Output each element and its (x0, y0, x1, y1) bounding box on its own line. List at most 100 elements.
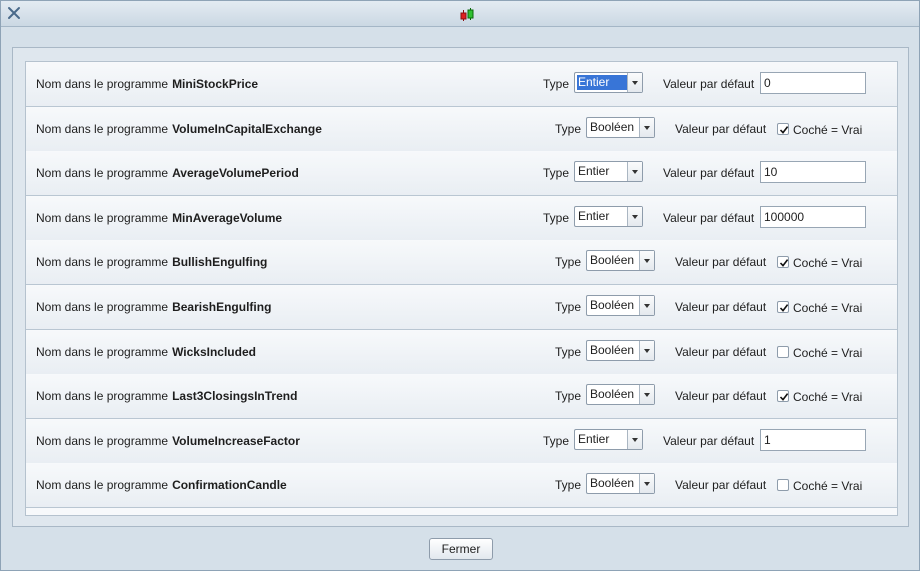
default-value-input[interactable]: 0 (760, 72, 866, 94)
param-name-label: Nom dans le programme BearishEngulfing (36, 300, 272, 314)
type-label: Type (543, 166, 570, 180)
type-label: Type (555, 345, 582, 359)
param-name: BearishEngulfing (172, 300, 272, 314)
default-value-label: Valeur par défaut (675, 478, 767, 492)
param-row: Nom dans le programme MinAverageVolume Typ… (26, 196, 897, 241)
param-name: MiniStockPrice (172, 77, 259, 91)
candlestick-chart-icon (459, 7, 475, 23)
type-select-value: Entier (578, 164, 610, 178)
chevron-down-icon[interactable] (639, 474, 654, 493)
checkbox-label: Coché = Vrai (793, 256, 863, 270)
param-name-label: Nom dans le programme Last3ClosingsInTren… (36, 389, 298, 403)
type-select[interactable]: Booléen (586, 473, 655, 494)
type-label: Type (543, 77, 570, 91)
type-label: Type (543, 434, 570, 448)
param-row: Nom dans le programme MiniStockPrice Type E… (26, 62, 897, 107)
param-name-label: Nom dans le programme VolumeIncreaseFacto… (36, 434, 300, 448)
type-select[interactable]: Booléen (586, 117, 655, 138)
param-name-label: Nom dans le programme WicksIncluded (36, 345, 256, 359)
type-select-value: Booléen (590, 253, 635, 267)
default-value-label: Valeur par défaut (675, 345, 767, 359)
default-value-label: Valeur par défaut (675, 389, 767, 403)
default-value-checkbox[interactable] (777, 390, 789, 402)
type-select[interactable]: Entier (574, 72, 643, 93)
param-row: Nom dans le programme ConfirmationCandle T… (26, 463, 897, 508)
chevron-down-icon[interactable] (627, 162, 642, 181)
checkbox-label: Coché = Vrai (793, 390, 863, 404)
chevron-down-icon[interactable] (627, 430, 642, 449)
chevron-down-icon[interactable] (639, 251, 654, 270)
default-value-checkbox[interactable] (777, 301, 789, 313)
param-name-label: Nom dans le programme AverageVolumePeriod (36, 166, 299, 180)
param-row: Nom dans le programme BullishEngulfing Typ… (26, 240, 897, 285)
param-name-label: Nom dans le programme MiniStockPrice (36, 77, 259, 91)
default-value-checkbox[interactable] (777, 256, 789, 268)
default-value-checkbox[interactable] (777, 479, 789, 491)
default-value-checkbox[interactable] (777, 346, 789, 358)
type-label: Type (555, 478, 582, 492)
type-select-value: Booléen (590, 476, 635, 490)
chevron-down-icon[interactable] (627, 207, 642, 226)
checkbox-label: Coché = Vrai (793, 301, 863, 315)
parameters-list: Nom dans le programme MiniStockPrice Type E… (25, 61, 898, 516)
type-label: Type (555, 389, 582, 403)
default-value-input[interactable]: 100000 (760, 206, 866, 228)
type-select[interactable]: Entier (574, 206, 643, 227)
param-name: AverageVolumePeriod (172, 166, 299, 180)
default-value-label: Valeur par défaut (663, 434, 755, 448)
default-value-label: Valeur par défaut (663, 166, 755, 180)
type-label: Type (555, 122, 582, 136)
param-name-label: Nom dans le programme VolumeInCapitalExch… (36, 122, 322, 136)
type-select[interactable]: Booléen (586, 250, 655, 271)
default-value-label: Valeur par défaut (675, 300, 767, 314)
param-name-label: Nom dans le programme ConfirmationCandle (36, 478, 287, 492)
parameters-panel: Nom dans le programme MiniStockPrice Type E… (12, 47, 909, 527)
type-select-value: Entier (578, 209, 610, 223)
default-value-input[interactable]: 1 (760, 429, 866, 451)
param-row: Nom dans le programme Last3ClosingsInTren… (26, 374, 897, 419)
param-name: VolumeInCapitalExchange (172, 122, 322, 136)
param-row: Nom dans le programme AverageVolumePeriod… (26, 151, 897, 196)
type-select[interactable]: Booléen (586, 295, 655, 316)
default-value-label: Valeur par défaut (675, 122, 767, 136)
chevron-down-icon[interactable] (639, 118, 654, 137)
param-row: Nom dans le programme VolumeInCapitalExch… (26, 107, 897, 152)
param-row: Nom dans le programme VolumeIncreaseFacto… (26, 419, 897, 464)
default-value-checkbox[interactable] (777, 123, 789, 135)
chevron-down-icon[interactable] (639, 385, 654, 404)
default-value-label: Valeur par défaut (663, 211, 755, 225)
type-select-value: Booléen (590, 120, 635, 134)
type-select[interactable]: Booléen (586, 340, 655, 361)
param-name: WicksIncluded (172, 345, 256, 359)
type-select-value: Booléen (590, 387, 635, 401)
type-select[interactable]: Entier (574, 161, 643, 182)
type-label: Type (555, 255, 582, 269)
title-bar (1, 1, 919, 27)
chevron-down-icon[interactable] (627, 73, 642, 92)
type-select-value: Booléen (590, 298, 635, 312)
type-label: Type (555, 300, 582, 314)
type-select-value: Booléen (590, 343, 635, 357)
type-select[interactable]: Booléen (586, 384, 655, 405)
param-name: ConfirmationCandle (172, 478, 287, 492)
type-select[interactable]: Entier (574, 429, 643, 450)
default-value-input[interactable]: 10 (760, 161, 866, 183)
close-button[interactable]: Fermer (429, 538, 493, 560)
param-name-label: Nom dans le programme BullishEngulfing (36, 255, 268, 269)
checkbox-label: Coché = Vrai (793, 479, 863, 493)
checkbox-label: Coché = Vrai (793, 123, 863, 137)
param-name: MinAverageVolume (172, 211, 283, 225)
parameters-dialog: Nom dans le programme MiniStockPrice Type E… (0, 0, 920, 571)
param-row: Nom dans le programme BearishEngulfing Typ… (26, 285, 897, 330)
type-select-value: Entier (577, 75, 627, 90)
param-name: BullishEngulfing (172, 255, 268, 269)
chevron-down-icon[interactable] (639, 296, 654, 315)
type-select-value: Entier (578, 432, 610, 446)
checkbox-label: Coché = Vrai (793, 346, 863, 360)
param-name: VolumeIncreaseFactor (172, 434, 300, 448)
param-name: Last3ClosingsInTrend (172, 389, 298, 403)
default-value-label: Valeur par défaut (675, 255, 767, 269)
chevron-down-icon[interactable] (639, 341, 654, 360)
close-icon[interactable] (7, 6, 21, 20)
default-value-label: Valeur par défaut (663, 77, 755, 91)
